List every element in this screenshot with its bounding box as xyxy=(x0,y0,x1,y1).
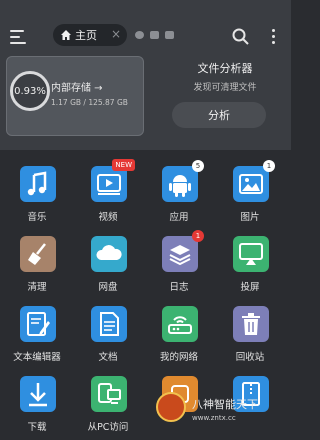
grid-item-music[interactable]: 音乐 xyxy=(2,158,72,223)
count-badge: 5 xyxy=(192,160,204,172)
menu-icon[interactable] xyxy=(10,30,26,44)
more-options-icon[interactable] xyxy=(272,29,276,45)
grid-item-label: 图片 xyxy=(240,212,260,223)
grid-item-label: 投屏 xyxy=(240,282,260,293)
top-panel: 主页 × 0.93% 内部存储 → 1.17 GB / 125.87 GB 文件… xyxy=(0,0,291,150)
grid-item-pc-access[interactable]: 从PC访问 xyxy=(73,368,143,433)
watermark-text: 八神智能天下 xyxy=(192,398,258,411)
android-icon: 5 xyxy=(162,160,204,202)
edit-icon xyxy=(20,306,56,342)
storage-percent: 0.93% xyxy=(14,85,46,97)
pc-access-icon xyxy=(91,376,127,412)
grid-item-label: 应用 xyxy=(169,212,189,223)
grid-item-documents[interactable]: 文档 xyxy=(73,298,143,363)
internal-storage-card[interactable]: 0.93% 内部存储 → 1.17 GB / 125.87 GB xyxy=(6,56,144,136)
tab-home[interactable]: 主页 × xyxy=(53,24,127,46)
grid-item-download[interactable]: 下载 xyxy=(2,368,72,433)
tab-thumb-icon[interactable] xyxy=(150,31,159,39)
trash-icon xyxy=(233,306,269,342)
grid-item-images[interactable]: 1 图片 xyxy=(215,158,285,223)
grid-item-label: 下载 xyxy=(27,422,47,433)
grid-item-label: 音乐 xyxy=(27,212,47,223)
cast-icon xyxy=(233,236,269,272)
count-badge: 1 xyxy=(192,230,204,242)
watermark-logo-icon xyxy=(156,392,186,422)
close-icon[interactable]: × xyxy=(111,27,121,41)
grid-item-apps[interactable]: 5 应用 xyxy=(144,158,214,223)
cloud-icon xyxy=(91,236,127,272)
search-icon[interactable] xyxy=(232,28,249,45)
document-icon xyxy=(91,306,127,342)
grid-item-recycle-bin[interactable]: 回收站 xyxy=(215,298,285,363)
grid-item-cloud[interactable]: 网盘 xyxy=(73,228,143,293)
tab-thumb-icon[interactable] xyxy=(165,31,174,39)
grid-item-log[interactable]: 1 日志 xyxy=(144,228,214,293)
grid-item-cast[interactable]: 投屏 xyxy=(215,228,285,293)
tab-thumb-icon[interactable] xyxy=(135,31,144,39)
grid-item-clean[interactable]: 清理 xyxy=(2,228,72,293)
grid-item-label: 我的网络 xyxy=(159,352,198,363)
storage-size: 1.17 GB / 125.87 GB xyxy=(51,98,128,107)
watermark: 八神智能天下 www.zntx.cc xyxy=(150,386,291,440)
watermark-sub: www.zntx.cc xyxy=(192,414,236,422)
home-icon xyxy=(61,30,71,40)
image-icon: 1 xyxy=(233,160,275,202)
broom-icon xyxy=(20,236,56,272)
grid-item-label: 文本编辑器 xyxy=(13,352,61,363)
grid-item-text-editor[interactable]: 文本编辑器 xyxy=(2,298,72,363)
router-icon xyxy=(162,306,198,342)
grid-item-label: 日志 xyxy=(169,282,189,293)
analyzer-subtitle: 发现可清理文件 xyxy=(193,83,257,93)
tab-label: 主页 xyxy=(75,29,97,42)
layers-icon: 1 xyxy=(162,230,204,272)
storage-title: 内部存储 → xyxy=(51,83,103,94)
music-icon xyxy=(20,166,56,202)
grid-item-label: 文档 xyxy=(98,352,118,363)
grid-item-video[interactable]: NEW 视频 xyxy=(73,158,143,223)
analyzer-title: 文件分析器 xyxy=(197,62,253,75)
grid-item-label: 回收站 xyxy=(235,352,265,363)
storage-usage-ring: 0.93% xyxy=(10,71,50,111)
count-badge: 1 xyxy=(263,160,275,172)
grid-item-label: 网盘 xyxy=(98,282,118,293)
grid-item-my-network[interactable]: 我的网络 xyxy=(144,298,214,363)
grid-item-label: 视频 xyxy=(98,212,118,223)
grid-item-label: 清理 xyxy=(27,282,47,293)
grid-item-label: 从PC访问 xyxy=(87,422,129,433)
video-icon: NEW xyxy=(91,159,135,202)
new-badge: NEW xyxy=(112,159,135,171)
download-icon xyxy=(20,376,56,412)
analyze-button[interactable]: 分析 xyxy=(172,102,266,128)
